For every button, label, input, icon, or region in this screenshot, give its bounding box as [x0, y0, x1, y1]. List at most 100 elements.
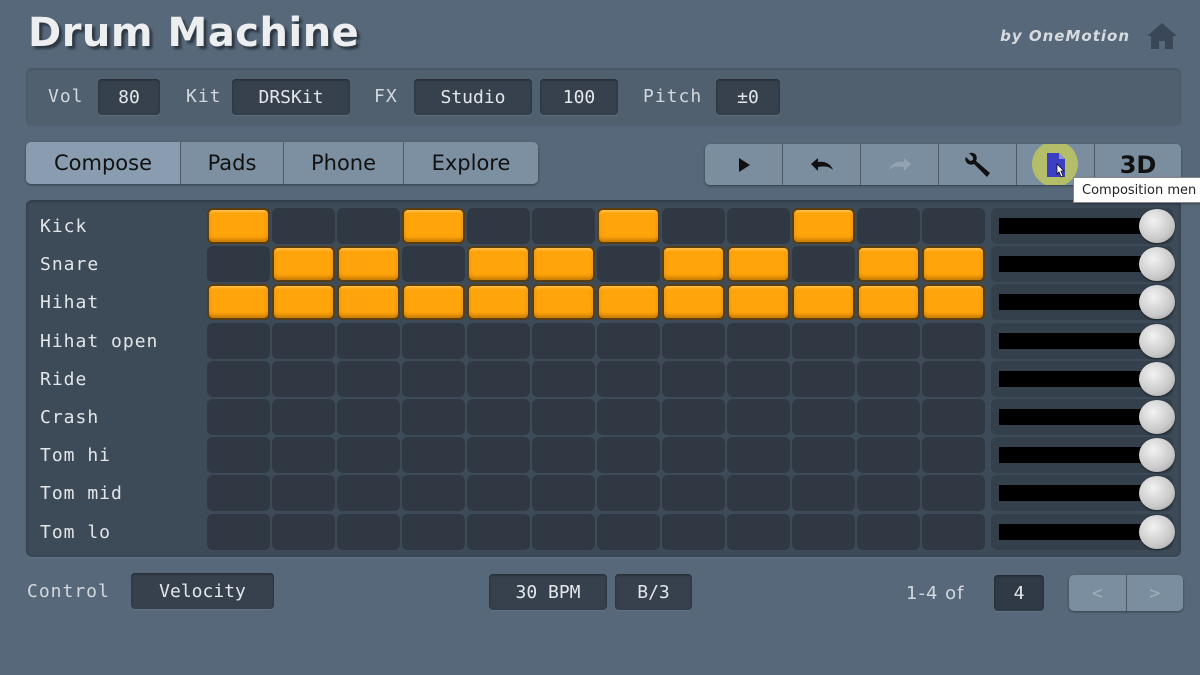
step-cell-off[interactable]	[922, 513, 985, 550]
volume-slider[interactable]	[991, 475, 1175, 512]
track-label[interactable]: Snare	[40, 254, 99, 275]
control-select[interactable]: Velocity	[131, 573, 274, 609]
volume-slider-knob[interactable]	[1139, 247, 1175, 282]
step-cell-off[interactable]	[402, 399, 465, 435]
volume-slider-knob[interactable]	[1139, 323, 1175, 358]
kit-select[interactable]: DRSKit	[232, 79, 350, 115]
step-cell-off[interactable]	[532, 437, 595, 474]
settings-button[interactable]	[939, 144, 1017, 185]
step-cell-off[interactable]	[532, 360, 595, 397]
step-cell-off[interactable]	[272, 322, 335, 359]
step-cell-off[interactable]	[532, 208, 595, 244]
volume-slider[interactable]	[991, 208, 1175, 244]
step-cell-off[interactable]	[532, 399, 595, 435]
step-cell-off[interactable]	[792, 360, 855, 397]
step-cell-off[interactable]	[727, 360, 790, 397]
step-cell-off[interactable]	[207, 322, 270, 359]
step-cell-off[interactable]	[467, 475, 530, 512]
step-cell-on[interactable]	[792, 284, 855, 321]
next-page-button[interactable]: >	[1126, 575, 1183, 611]
step-cell-off[interactable]	[532, 322, 595, 359]
step-cell-off[interactable]	[337, 475, 400, 512]
track-label[interactable]: Hihat open	[40, 331, 158, 352]
step-cell-on[interactable]	[922, 246, 985, 283]
step-cell-off[interactable]	[207, 437, 270, 474]
volume-slider[interactable]	[991, 399, 1175, 435]
step-cell-off[interactable]	[532, 513, 595, 550]
step-cell-off[interactable]	[922, 399, 985, 435]
step-cell-off[interactable]	[272, 437, 335, 474]
step-cell-off[interactable]	[597, 399, 660, 435]
home-icon[interactable]	[1146, 22, 1178, 50]
step-cell-off[interactable]	[792, 437, 855, 474]
track-label[interactable]: Crash	[40, 407, 99, 428]
volume-slider-knob[interactable]	[1139, 476, 1175, 511]
step-cell-off[interactable]	[207, 360, 270, 397]
step-cell-off[interactable]	[402, 246, 465, 283]
step-cell-off[interactable]	[272, 513, 335, 550]
step-cell-off[interactable]	[922, 437, 985, 474]
play-button[interactable]	[705, 144, 783, 185]
step-cell-off[interactable]	[857, 513, 920, 550]
track-label[interactable]: Hihat	[40, 292, 99, 313]
step-cell-off[interactable]	[467, 322, 530, 359]
volume-slider-knob[interactable]	[1139, 438, 1175, 473]
step-cell-off[interactable]	[597, 246, 660, 283]
step-cell-off[interactable]	[727, 475, 790, 512]
bpm-value[interactable]: 30 BPM	[489, 574, 607, 610]
step-cell-on[interactable]	[467, 246, 530, 283]
step-cell-off[interactable]	[662, 437, 725, 474]
step-cell-on[interactable]	[922, 284, 985, 321]
step-cell-off[interactable]	[467, 437, 530, 474]
step-cell-on[interactable]	[727, 284, 790, 321]
step-cell-off[interactable]	[857, 399, 920, 435]
step-cell-off[interactable]	[662, 399, 725, 435]
vol-value[interactable]: 80	[98, 79, 160, 115]
tab-explore[interactable]: Explore	[404, 142, 538, 184]
fx-amount[interactable]: 100	[540, 79, 618, 115]
track-label[interactable]: Tom hi	[40, 445, 111, 466]
step-cell-off[interactable]	[857, 360, 920, 397]
step-cell-off[interactable]	[467, 513, 530, 550]
step-cell-off[interactable]	[337, 437, 400, 474]
step-cell-on[interactable]	[272, 284, 335, 321]
step-cell-off[interactable]	[922, 475, 985, 512]
step-cell-on[interactable]	[467, 284, 530, 321]
step-cell-off[interactable]	[922, 208, 985, 244]
step-cell-on[interactable]	[207, 284, 270, 321]
step-cell-off[interactable]	[272, 399, 335, 435]
step-cell-off[interactable]	[792, 322, 855, 359]
step-cell-off[interactable]	[792, 246, 855, 283]
volume-slider[interactable]	[991, 513, 1175, 550]
step-cell-off[interactable]	[467, 399, 530, 435]
step-cell-off[interactable]	[337, 399, 400, 435]
step-cell-off[interactable]	[207, 475, 270, 512]
step-cell-off[interactable]	[727, 513, 790, 550]
step-cell-off[interactable]	[727, 208, 790, 244]
step-cell-off[interactable]	[272, 475, 335, 512]
fx-select[interactable]: Studio	[414, 79, 532, 115]
step-cell-on[interactable]	[857, 246, 920, 283]
volume-slider-knob[interactable]	[1139, 285, 1175, 320]
volume-slider[interactable]	[991, 246, 1175, 283]
track-label[interactable]: Kick	[40, 216, 87, 237]
step-cell-off[interactable]	[857, 208, 920, 244]
step-cell-off[interactable]	[857, 322, 920, 359]
step-cell-off[interactable]	[792, 399, 855, 435]
step-cell-off[interactable]	[402, 513, 465, 550]
step-cell-off[interactable]	[922, 360, 985, 397]
step-cell-off[interactable]	[727, 437, 790, 474]
step-cell-off[interactable]	[597, 437, 660, 474]
signature-value[interactable]: B/3	[615, 574, 692, 610]
step-cell-on[interactable]	[402, 284, 465, 321]
step-cell-on[interactable]	[597, 284, 660, 321]
step-cell-off[interactable]	[207, 246, 270, 283]
step-cell-off[interactable]	[662, 208, 725, 244]
volume-slider-knob[interactable]	[1139, 514, 1175, 549]
step-cell-on[interactable]	[272, 246, 335, 283]
step-cell-on[interactable]	[792, 208, 855, 244]
step-cell-on[interactable]	[727, 246, 790, 283]
step-cell-off[interactable]	[597, 322, 660, 359]
step-cell-off[interactable]	[662, 322, 725, 359]
step-cell-off[interactable]	[272, 360, 335, 397]
